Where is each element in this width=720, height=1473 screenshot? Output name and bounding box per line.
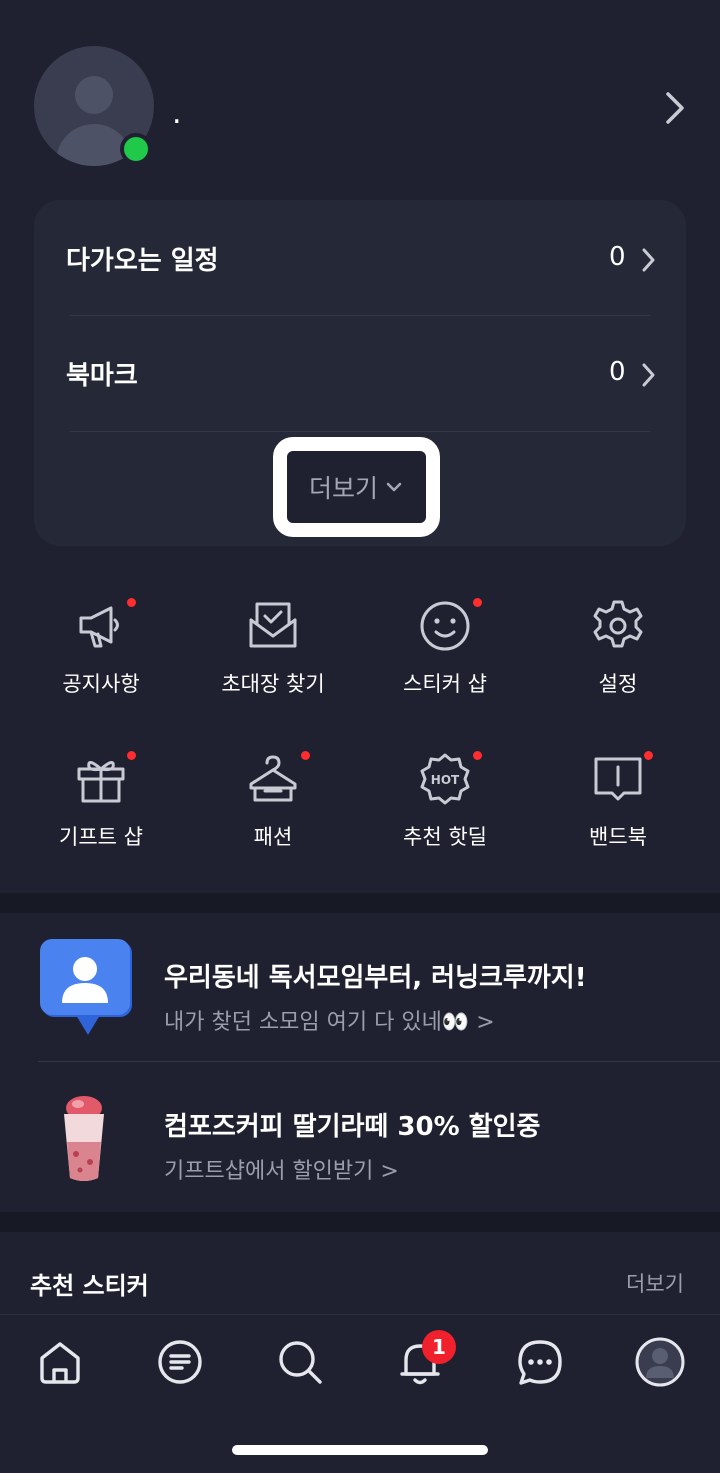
home-indicator <box>232 1445 488 1455</box>
grid-label: 기프트 샵 <box>59 825 143 849</box>
profile-avatar[interactable] <box>34 46 154 166</box>
chevron-right-icon <box>640 361 658 389</box>
invitation-icon <box>243 596 303 656</box>
megaphone-icon <box>71 596 136 656</box>
book-icon <box>588 749 653 809</box>
chevron-right-icon <box>640 246 658 274</box>
profile-name[interactable]: . <box>172 96 182 131</box>
promo-title: 우리동네 독서모임부터, 러닝크루까지! <box>164 963 587 993</box>
gear-icon <box>588 596 648 656</box>
feed-icon[interactable] <box>156 1338 204 1386</box>
recommended-more-link[interactable]: 더보기 <box>626 1268 684 1298</box>
hot-badge-icon: HOT <box>415 749 482 809</box>
grid-item-hot-deal[interactable]: HOT 추천 핫딜 <box>359 749 531 851</box>
recommended-stickers-title: 추천 스티커 <box>30 1272 149 1300</box>
grid-item-band-book[interactable]: 밴드북 <box>532 749 704 851</box>
notification-badge: 1 <box>422 1330 456 1364</box>
smiley-icon <box>415 596 482 656</box>
chat-icon[interactable] <box>516 1338 564 1386</box>
divider <box>70 315 650 316</box>
gift-icon <box>71 749 136 809</box>
svg-text:HOT: HOT <box>431 773 460 787</box>
grid-label: 추천 핫딜 <box>403 825 487 849</box>
promo-item[interactable]: 우리동네 독서모임부터, 러닝크루까지! 내가 찾던 소모임 여기 다 있네👀 … <box>0 913 720 1061</box>
chevron-right-icon[interactable] <box>656 88 692 128</box>
profile-icon[interactable] <box>634 1336 686 1388</box>
promo-title: 컴포즈커피 딸기라떼 30% 할인중 <box>164 1112 541 1142</box>
grid-label: 밴드북 <box>589 825 647 849</box>
grid-label: 초대장 찾기 <box>221 672 325 696</box>
grid-item-invitation[interactable]: 초대장 찾기 <box>187 596 359 698</box>
grid-item-sticker-shop[interactable]: 스티커 샵 <box>359 596 531 698</box>
hanger-icon <box>243 749 310 809</box>
promo-item[interactable]: 컴포즈커피 딸기라떼 30% 할인중 기프트샵에서 할인받기 > <box>0 1062 720 1212</box>
search-icon[interactable] <box>276 1338 324 1386</box>
more-button[interactable]: 더보기 <box>273 437 440 537</box>
row-count: 0 <box>609 357 626 387</box>
grid-label: 스티커 샵 <box>403 672 487 696</box>
grid-label: 패션 <box>253 825 293 849</box>
group-chat-icon <box>40 939 136 1035</box>
divider <box>70 431 650 432</box>
grid-label: 공지사항 <box>62 672 140 696</box>
upcoming-schedule-row[interactable]: 다가오는 일정 0 <box>66 240 662 280</box>
row-label: 북마크 <box>66 361 138 391</box>
home-icon[interactable] <box>36 1338 84 1386</box>
grid-item-gift-shop[interactable]: 기프트 샵 <box>15 749 187 851</box>
promo-subtitle: 기프트샵에서 할인받기 > <box>164 1159 399 1184</box>
grid-item-notice[interactable]: 공지사항 <box>15 596 187 698</box>
chevron-down-icon <box>386 482 402 492</box>
more-label: 더보기 <box>308 474 378 503</box>
strawberry-latte-image <box>52 1094 116 1184</box>
section-separator <box>0 1212 720 1232</box>
bookmark-row[interactable]: 북마크 0 <box>66 355 662 395</box>
grid-item-fashion[interactable]: 패션 <box>187 749 359 851</box>
grid-label: 설정 <box>598 672 638 696</box>
row-label: 다가오는 일정 <box>66 246 219 276</box>
section-separator <box>0 893 720 913</box>
grid-item-settings[interactable]: 설정 <box>532 596 704 698</box>
online-status-dot <box>120 133 152 165</box>
row-count: 0 <box>609 242 626 272</box>
promo-subtitle: 내가 찾던 소모임 여기 다 있네👀 > <box>164 1010 495 1035</box>
